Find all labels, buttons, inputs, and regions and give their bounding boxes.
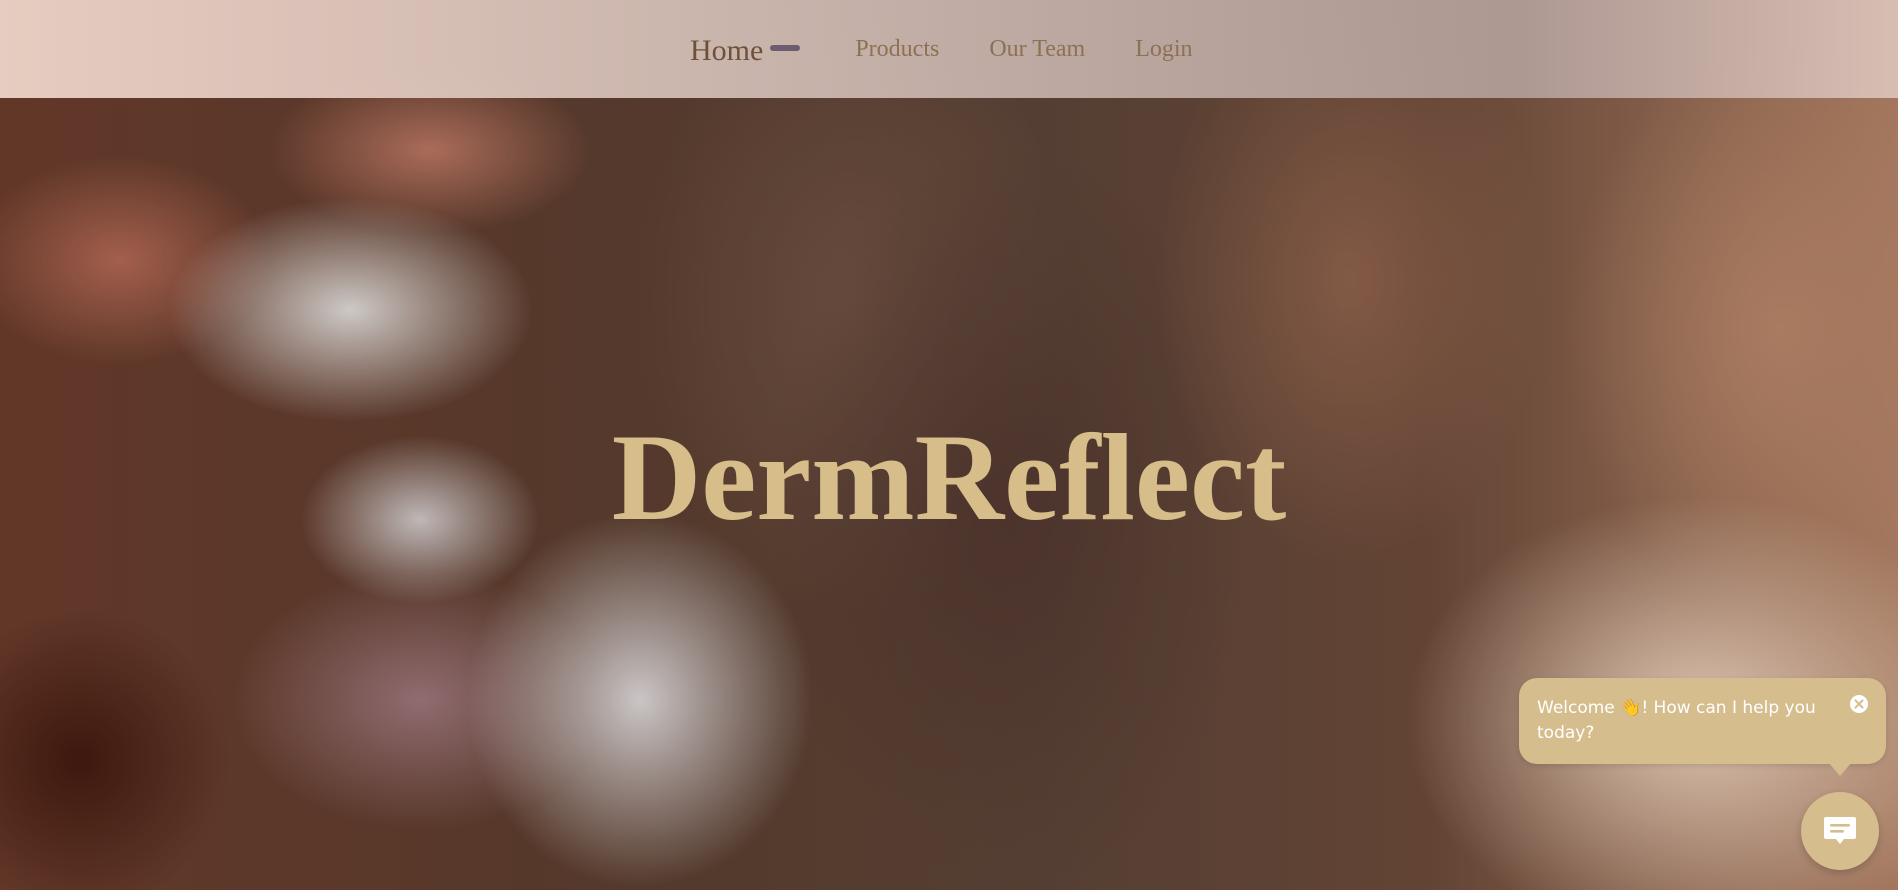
nav-item-home[interactable]: Home	[690, 34, 801, 68]
page: Home Products Our Team Login DermReflect…	[0, 0, 1898, 890]
nav-item-products[interactable]: Products	[855, 36, 939, 63]
top-navbar: Home Products Our Team Login	[0, 0, 1898, 98]
chat-welcome-bubble[interactable]: Welcome 👋! How can I help you today?	[1519, 678, 1886, 776]
nav-item-login[interactable]: Login	[1135, 36, 1192, 63]
nav-item-home-label: Home	[690, 34, 764, 67]
hero-title: DermReflect	[611, 409, 1287, 546]
active-nav-indicator	[770, 45, 801, 51]
chat-launcher-button[interactable]	[1801, 792, 1879, 870]
chat-message-icon	[1824, 817, 1856, 844]
nav-menu: Home Products Our Team Login	[690, 0, 1193, 98]
nav-item-our-team[interactable]: Our Team	[989, 36, 1085, 63]
chat-welcome-message: Welcome 👋! How can I help you today?	[1537, 698, 1816, 743]
close-circle-icon[interactable]	[1850, 695, 1868, 713]
